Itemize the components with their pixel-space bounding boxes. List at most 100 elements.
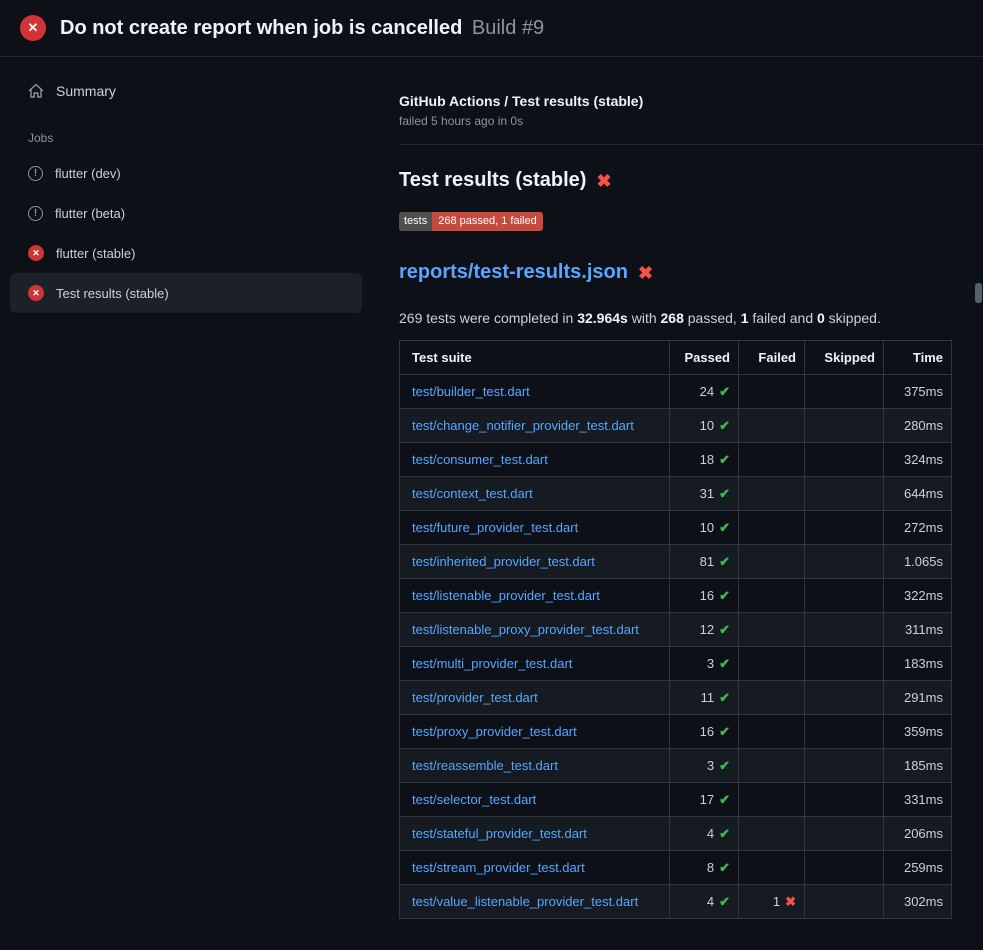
column-header: Skipped: [805, 341, 884, 375]
table-row: test/proxy_provider_test.dart 16✔ 359ms: [400, 715, 952, 749]
x-circle-icon: ✕: [20, 15, 46, 41]
column-header: Test suite: [400, 341, 670, 375]
test-suite-link[interactable]: test/inherited_provider_test.dart: [412, 554, 595, 569]
job-label: flutter (stable): [56, 246, 135, 261]
passed-cell: 4✔: [670, 817, 739, 851]
test-suite-link[interactable]: test/provider_test.dart: [412, 690, 538, 705]
suite-cell: test/inherited_provider_test.dart: [400, 545, 670, 579]
skipped-cell: [805, 613, 884, 647]
summary-number: 0: [817, 310, 825, 326]
failed-cell: [739, 647, 805, 681]
scrollbar-thumb[interactable]: [975, 283, 982, 303]
time-cell: 302ms: [884, 885, 952, 919]
test-suite-link[interactable]: test/listenable_provider_test.dart: [412, 588, 600, 603]
failed-cell: 1✖: [739, 885, 805, 919]
passed-cell: 17✔: [670, 783, 739, 817]
failed-cell: [739, 783, 805, 817]
column-header: Failed: [739, 341, 805, 375]
skipped-cell: [805, 715, 884, 749]
test-suite-link[interactable]: test/multi_provider_test.dart: [412, 656, 572, 671]
table-row: test/provider_test.dart11✔291ms: [400, 681, 952, 715]
test-suite-link[interactable]: test/stateful_provider_test.dart: [412, 826, 587, 841]
skipped-cell: [805, 681, 884, 715]
sidebar-job-item[interactable]: !flutter (dev): [10, 153, 362, 193]
sidebar-job-item[interactable]: ✕Test results (stable): [10, 273, 362, 313]
table-row: test/consumer_test.dart18✔324ms: [400, 443, 952, 477]
check-icon: ✔: [719, 894, 730, 909]
main-content: GitHub Actions / Test results (stable) f…: [399, 57, 983, 950]
run-title: Do not create report when job is cancell…: [60, 17, 462, 39]
run-status-text: failed 5 hours ago in 0s: [399, 114, 983, 128]
failed-cell: [739, 409, 805, 443]
table-row: test/context_test.dart 31✔ 644ms: [400, 477, 952, 511]
failed-cell: [739, 477, 805, 511]
time-cell: 206ms: [884, 817, 952, 851]
check-icon: ✔: [719, 826, 730, 841]
table-row: test/reassemble_test.dart3✔185ms: [400, 749, 952, 783]
test-suite-link[interactable]: test/value_listenable_provider_test.dart: [412, 894, 638, 909]
sidebar-summary-label: Summary: [56, 83, 116, 99]
summary-text: with: [628, 310, 661, 326]
passed-cell: 31✔: [670, 477, 739, 511]
table-row: test/inherited_provider_test.dart81✔1.06…: [400, 545, 952, 579]
suite-cell: test/consumer_test.dart: [400, 443, 670, 477]
report-heading: reports/test-results.json ✖: [399, 261, 983, 284]
sidebar-job-item[interactable]: ✕ flutter (stable): [10, 233, 362, 273]
failed-cell: [739, 511, 805, 545]
column-header: Passed: [670, 341, 739, 375]
failed-cell: [739, 579, 805, 613]
build-number: Build #9: [472, 17, 544, 39]
report-link[interactable]: reports/test-results.json: [399, 261, 628, 284]
check-icon: ✔: [719, 656, 730, 671]
time-cell: 644ms: [884, 477, 952, 511]
check-icon: ✔: [719, 758, 730, 773]
breadcrumb: GitHub Actions / Test results (stable): [399, 93, 983, 109]
test-suite-link[interactable]: test/future_provider_test.dart: [412, 520, 578, 535]
time-cell: 311ms: [884, 613, 952, 647]
test-suite-link[interactable]: test/reassemble_test.dart: [412, 758, 558, 773]
results-table-body: test/builder_test.dart24✔375mstest/chang…: [400, 375, 952, 919]
table-row: test/stream_provider_test.dart8✔259ms: [400, 851, 952, 885]
test-suite-link[interactable]: test/listenable_proxy_provider_test.dart: [412, 622, 639, 637]
passed-cell: 4✔: [670, 885, 739, 919]
suite-cell: test/multi_provider_test.dart: [400, 647, 670, 681]
check-icon: ✔: [719, 622, 730, 637]
test-suite-link[interactable]: test/builder_test.dart: [412, 384, 530, 399]
skipped-cell: [805, 783, 884, 817]
time-cell: 359ms: [884, 715, 952, 749]
test-suite-link[interactable]: test/proxy_provider_test.dart: [412, 724, 577, 739]
summary-text: skipped.: [825, 310, 881, 326]
test-suite-link[interactable]: test/context_test.dart: [412, 486, 533, 501]
test-suite-link[interactable]: test/consumer_test.dart: [412, 452, 548, 467]
failed-cell: [739, 715, 805, 749]
test-suite-link[interactable]: test/selector_test.dart: [412, 792, 536, 807]
test-suite-link[interactable]: test/change_notifier_provider_test.dart: [412, 418, 634, 433]
test-suite-link[interactable]: test/stream_provider_test.dart: [412, 860, 585, 875]
suite-cell: test/value_listenable_provider_test.dart: [400, 885, 670, 919]
skipped-cell: [805, 409, 884, 443]
passed-cell: 16✔: [670, 579, 739, 613]
check-icon: ✔: [719, 792, 730, 807]
suite-cell: test/listenable_proxy_provider_test.dart: [400, 613, 670, 647]
passed-cell: 16✔: [670, 715, 739, 749]
check-icon: ✔: [719, 418, 730, 433]
sidebar-job-item[interactable]: !flutter (beta): [10, 193, 362, 233]
passed-cell: 81✔: [670, 545, 739, 579]
table-header-row: Test suitePassedFailedSkippedTime: [400, 341, 952, 375]
table-row: test/listenable_proxy_provider_test.dart…: [400, 613, 952, 647]
page-title: Do not create report when job is cancell…: [60, 17, 544, 40]
suite-cell: test/stateful_provider_test.dart: [400, 817, 670, 851]
badge-label: tests: [399, 212, 432, 231]
suite-cell: test/stream_provider_test.dart: [400, 851, 670, 885]
suite-cell: test/listenable_provider_test.dart: [400, 579, 670, 613]
x-circle-icon: ✕: [28, 245, 44, 261]
failed-cell: [739, 443, 805, 477]
table-row: test/multi_provider_test.dart3✔183ms: [400, 647, 952, 681]
skipped-cell: [805, 443, 884, 477]
summary-text: failed and: [749, 310, 818, 326]
sidebar-item-summary[interactable]: Summary: [0, 77, 390, 105]
job-label: Test results (stable): [56, 286, 169, 301]
failed-cell: [739, 545, 805, 579]
home-icon: [28, 83, 44, 99]
suite-cell: test/selector_test.dart: [400, 783, 670, 817]
